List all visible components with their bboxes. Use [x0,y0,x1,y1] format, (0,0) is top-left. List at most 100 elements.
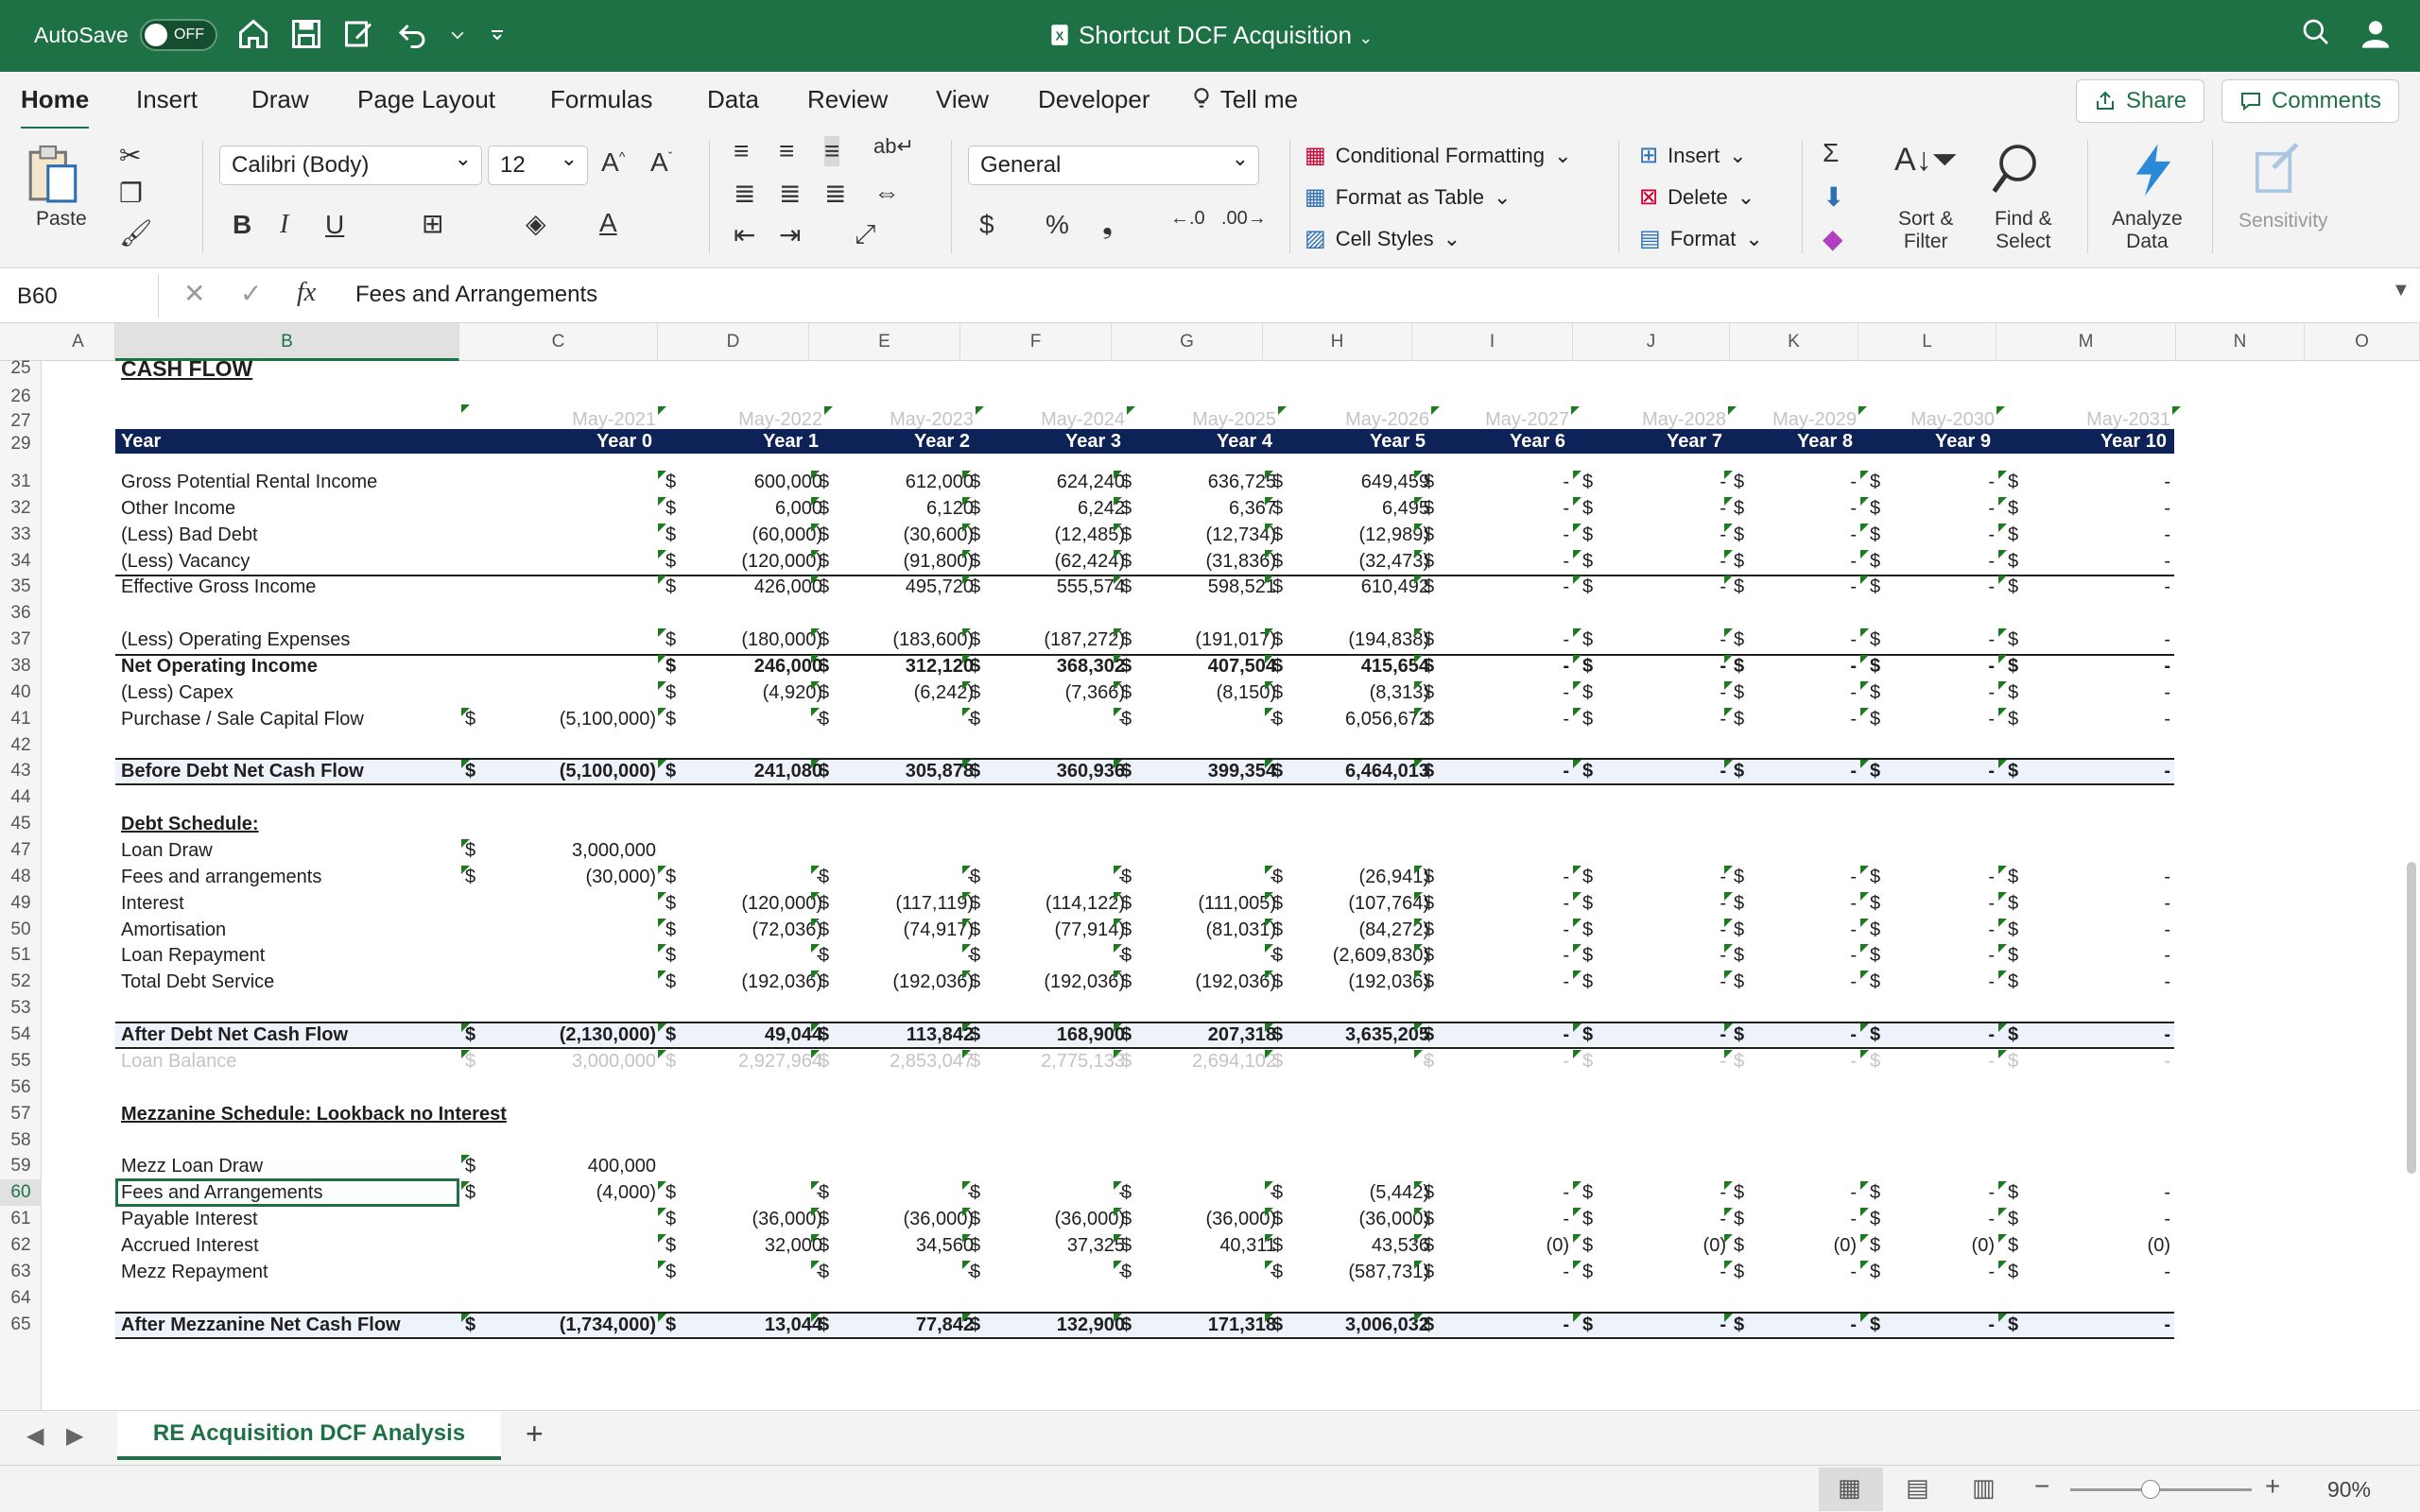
value-cell[interactable]: - [1815,627,1995,653]
normal-view-icon[interactable]: ▦ [1838,1473,1861,1503]
row-label[interactable]: Mezz Loan Draw [121,1153,263,1179]
column-header-O[interactable]: O [2305,323,2420,361]
row-label[interactable]: Total Debt Service [121,969,274,995]
row-header-35[interactable]: 35 [0,574,42,600]
row-header-51[interactable]: 51 [0,942,42,969]
value-cell[interactable]: - [1815,653,1995,679]
column-header-A[interactable]: A [42,323,115,361]
row-header-26[interactable]: 26 [0,384,42,410]
decrease-indent-icon[interactable]: ⇤ [734,219,755,250]
value-cell[interactable]: (4,000) [476,1179,656,1206]
value-cell[interactable]: - [1815,864,1995,890]
copy-icon[interactable]: ❐ [119,178,143,209]
search-icon[interactable] [2301,17,2331,47]
row-label[interactable]: Gross Potential Rental Income [121,469,377,495]
page-break-view-icon[interactable]: ▥ [1972,1473,1996,1503]
column-header-K[interactable]: K [1730,323,1858,361]
prev-sheet-icon[interactable]: ◀ [26,1422,43,1450]
value-cell[interactable]: (5,100,000) [476,706,656,732]
row-header-32[interactable]: 32 [0,495,42,522]
value-cell[interactable]: - [1815,917,1995,943]
page-layout-view-icon[interactable]: ▤ [1906,1473,1929,1503]
comments-button[interactable]: Comments [2221,79,2400,123]
row-label[interactable]: Mezz Repayment [121,1259,268,1285]
column-header-H[interactable]: H [1263,323,1412,361]
row-header-54[interactable]: 54 [0,1022,42,1048]
value-cell[interactable]: - [1815,679,1995,706]
spreadsheet-grid[interactable]: ABCDEFGHIJKLMNO 25 26 27 29 31 32 33 34 35 36 37 38… [0,323,2420,1410]
row-header-59[interactable]: 59 [0,1153,42,1179]
row-label[interactable]: Loan Draw [121,837,213,864]
value-cell[interactable]: - [1815,469,1995,495]
format-as-table-button[interactable]: ▦ Format as Table ⌄ [1305,183,1511,211]
align-left-icon[interactable]: ≣ [734,178,755,209]
row-label[interactable]: (Less) Capex [121,679,233,706]
conditional-formatting-button[interactable]: ▦ Conditional Formatting ⌄ [1305,142,1571,169]
cell-styles-button[interactable]: ▨ Cell Styles ⌄ [1305,225,1461,252]
row-header-36[interactable]: 36 [0,600,42,627]
sheet-tab-active[interactable]: RE Acquisition DCF Analysis [117,1411,501,1460]
column-header-F[interactable]: F [960,323,1112,361]
row-label[interactable]: Net Operating Income [121,653,318,679]
row-label[interactable]: Payable Interest [121,1206,258,1232]
zoom-in-icon[interactable]: + [2265,1471,2280,1502]
value-cell[interactable]: - [1815,1259,1995,1285]
tab-formulas[interactable]: Formulas [550,85,652,114]
delete-cells-button[interactable]: ⊠ Delete ⌄ [1639,183,1754,211]
value-cell[interactable]: - [1815,758,1995,784]
font-name-dropdown[interactable]: Calibri (Body) [219,146,482,185]
column-header-C[interactable]: C [459,323,658,361]
row-header-61[interactable]: 61 [0,1206,42,1232]
row-header-64[interactable]: 64 [0,1285,42,1312]
row-header-63[interactable]: 63 [0,1259,42,1285]
row-header-58[interactable]: 58 [0,1127,42,1154]
row-label[interactable]: Interest [121,890,184,917]
tab-data[interactable]: Data [707,85,759,114]
comma-style-icon[interactable]: ❟ [1102,210,1113,241]
value-cell[interactable]: - [1815,706,1995,732]
expand-formula-icon[interactable]: ▼ [2392,280,2411,301]
cut-icon[interactable]: ✂ [119,140,141,171]
bold-icon[interactable]: B [233,210,251,240]
value-cell[interactable]: - [1815,1022,1995,1048]
row-header-25[interactable]: 25 [0,355,42,382]
sensitivity-label[interactable]: Sensitivity [2238,210,2328,232]
cell-area[interactable]: CASH FLOW May-2021 May-2022 May-2023 May-202… [42,356,2420,1410]
column-header-J[interactable]: J [1573,323,1730,361]
value-cell[interactable]: - [1815,1179,1995,1206]
row-header-60[interactable]: 60 [0,1179,42,1207]
value-cell[interactable]: 400,000 [476,1153,656,1179]
row-header-44[interactable]: 44 [0,784,42,811]
increase-indent-icon[interactable]: ⇥ [779,219,801,250]
row-header-41[interactable]: 41 [0,706,42,732]
borders-icon[interactable]: ⊞ [422,208,443,239]
column-header-E[interactable]: E [809,323,960,361]
tab-insert[interactable]: Insert [136,85,198,114]
underline-icon[interactable]: U [325,210,344,240]
row-label[interactable]: Amortisation [121,917,226,943]
function-icon[interactable]: fx [297,278,316,308]
value-cell[interactable]: (0) [1815,1232,1995,1259]
value-cell[interactable]: (2,130,000) [476,1022,656,1048]
number-format-dropdown[interactable]: General [968,146,1259,185]
row-label[interactable]: Other Income [121,495,235,522]
value-cell[interactable]: 3,000,000 [476,1048,656,1074]
row-label[interactable]: Loan Repayment [121,942,265,969]
row-label[interactable]: (Less) Vacancy [121,548,250,575]
value-cell[interactable]: - [1815,890,1995,917]
row-header-40[interactable]: 40 [0,679,42,706]
row-header-62[interactable]: 62 [0,1232,42,1259]
row-header-52[interactable]: 52 [0,969,42,995]
paste-icon[interactable] [25,142,83,210]
row-label[interactable]: Mezzanine Schedule: Lookback no Interest [121,1101,507,1127]
tab-draw[interactable]: Draw [251,85,309,114]
row-header-49[interactable]: 49 [0,890,42,917]
font-size-dropdown[interactable]: 12 [488,146,588,185]
tab-developer[interactable]: Developer [1038,85,1150,114]
enter-icon[interactable]: ✓ [240,278,262,309]
align-center-icon[interactable]: ≣ [779,178,801,209]
analyze-data-label[interactable]: Analyze Data [2112,208,2183,253]
value-cell[interactable]: (30,000) [476,864,657,890]
next-sheet-icon[interactable]: ▶ [66,1422,83,1450]
column-header-I[interactable]: I [1412,323,1573,361]
